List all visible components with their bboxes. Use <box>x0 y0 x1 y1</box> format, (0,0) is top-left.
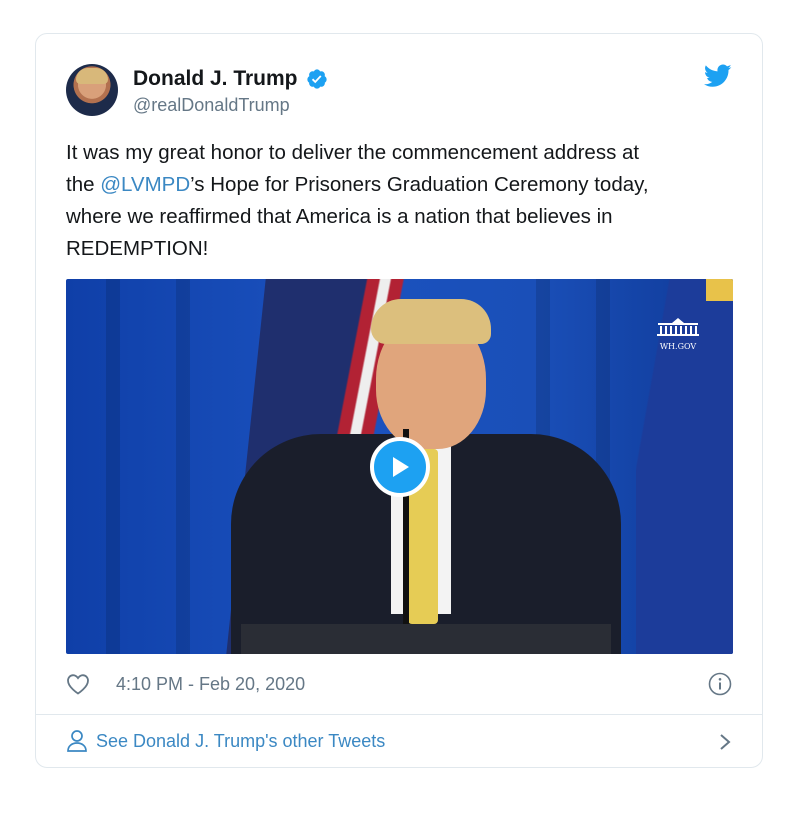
mention-link[interactable]: @LVMPD <box>100 173 190 196</box>
tweet-text: It was my great honor to deliver the com… <box>66 137 746 265</box>
other-tweets-link[interactable]: See Donald J. Trump's other Tweets <box>96 731 385 752</box>
verified-badge-icon <box>306 69 327 89</box>
play-icon <box>393 457 409 477</box>
divider <box>36 714 762 715</box>
author-handle[interactable]: @realDonaldTrump <box>133 95 290 116</box>
curtain-fold <box>106 279 120 654</box>
other-tweets-footer[interactable]: See Donald J. Trump's other Tweets <box>66 726 732 756</box>
flag-finial <box>706 279 733 301</box>
speaker-hair <box>371 299 491 344</box>
chevron-right-icon[interactable] <box>718 732 732 752</box>
heart-icon[interactable] <box>66 673 90 695</box>
white-house-icon <box>657 318 699 336</box>
person-icon <box>67 730 87 752</box>
video-player[interactable]: WH.GOV <box>66 279 733 654</box>
curtain-fold <box>176 279 190 654</box>
timestamp[interactable]: 4:10 PM - Feb 20, 2020 <box>116 674 305 695</box>
author-name[interactable]: Donald J. Trump <box>133 67 298 91</box>
twitter-bird-icon[interactable] <box>704 64 732 88</box>
watermark-logo: WH.GOV <box>651 317 705 351</box>
podium <box>241 624 611 654</box>
author-row: Donald J. Trump <box>133 67 328 91</box>
play-button[interactable] <box>370 437 430 497</box>
tweet-meta: 4:10 PM - Feb 20, 2020 <box>66 671 732 699</box>
tweet-card[interactable]: Donald J. Trump @realDonaldTrump It was … <box>35 33 763 768</box>
watermark-text: WH.GOV <box>659 342 697 351</box>
avatar[interactable] <box>66 64 118 116</box>
info-icon[interactable] <box>708 672 732 696</box>
